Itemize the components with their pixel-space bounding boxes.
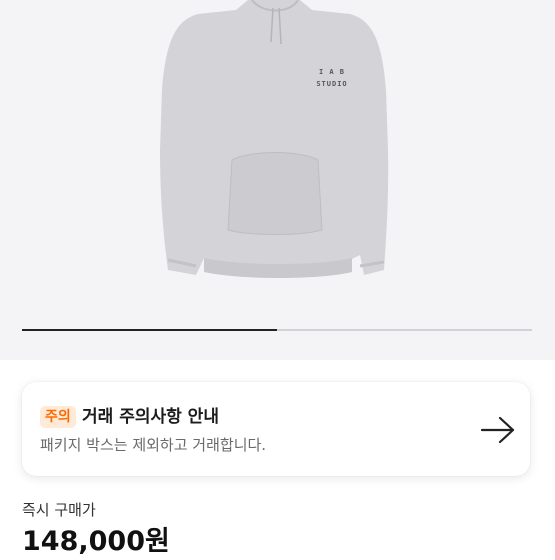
logo-line-2: STUDIO [316,80,348,88]
notice-title: 거래 주의사항 안내 [82,407,219,427]
hoodie-shape [160,0,389,278]
caution-badge: 주의 [40,406,76,428]
logo-line-1: I A B [318,68,346,76]
trade-notice-card[interactable]: 주의 거래 주의사항 안내 패키지 박스는 제외하고 거래합니다. [22,382,530,476]
carousel-progress-bar[interactable] [22,329,532,331]
product-image-area[interactable]: I A B STUDIO [0,0,555,360]
arrow-right-icon[interactable] [480,415,516,445]
carousel-progress-fill [22,329,277,331]
hoodie-product-image [160,0,389,278]
instant-buy-price-label: 즉시 구매가 [22,501,96,519]
hoodie-print-logo: I A B STUDIO [302,66,362,90]
notice-description: 패키지 박스는 제외하고 거래합니다. [40,436,267,454]
